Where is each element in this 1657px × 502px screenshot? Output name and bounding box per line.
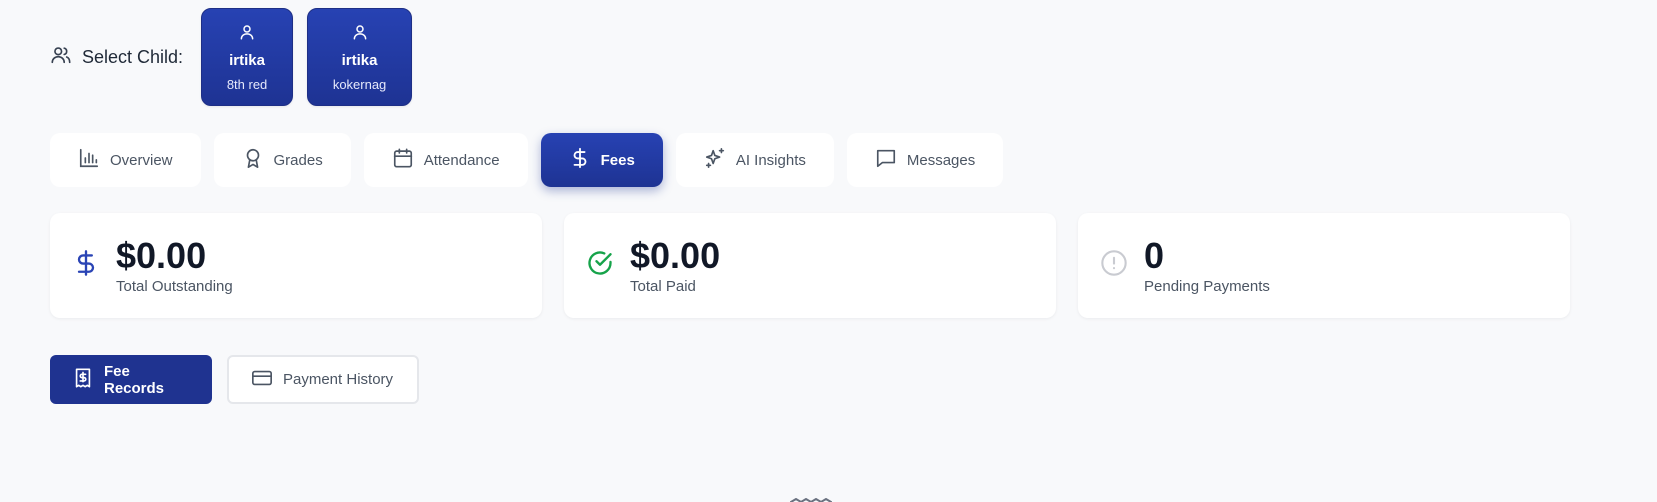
user-icon [238, 23, 256, 46]
outstanding-value: $0.00 [116, 235, 207, 276]
tab-overview[interactable]: Overview [50, 133, 201, 187]
subtab-payment-history[interactable]: Payment History [227, 355, 419, 404]
users-icon [50, 44, 72, 71]
tab-grades[interactable]: Grades [213, 133, 351, 187]
child-card-2[interactable]: irtika kokernag [307, 8, 413, 106]
outstanding-label: Total Outstanding [116, 278, 233, 295]
paid-label: Total Paid [630, 278, 696, 295]
child-name: irtika [229, 51, 265, 69]
tab-label: Messages [906, 151, 976, 169]
tab-label: AI Insights [735, 151, 806, 169]
dollar-icon [569, 147, 591, 173]
child-class: kokernag [332, 76, 387, 92]
paid-value: $0.00 [630, 235, 721, 276]
card-pending-payments: 0 Pending Payments [1078, 213, 1570, 318]
award-icon [242, 147, 264, 173]
child-card-1[interactable]: irtika 8th red [201, 8, 294, 106]
tab-label: Grades [273, 151, 323, 169]
child-class: 8th red [226, 76, 268, 92]
message-icon [875, 147, 897, 173]
user-icon [351, 23, 369, 46]
subtab-label: Fee Records [104, 362, 165, 397]
main-tabs: Overview Grades Attendance Fees AI Insig… [50, 133, 1004, 187]
tab-label: Overview [110, 151, 173, 169]
tab-ai-insights[interactable]: AI Insights [675, 133, 834, 187]
credit-card-icon [251, 367, 273, 393]
parent-dashboard-fees: Select Child: irtika 8th red irtika koke… [0, 0, 1657, 502]
tab-label: Fees [600, 151, 635, 169]
child-selector-text: Select Child: [82, 46, 184, 67]
child-selector: Select Child: irtika 8th red irtika koke… [50, 8, 426, 106]
sparkles-icon [704, 147, 726, 173]
fee-subtabs: Fee Records Payment History [50, 355, 419, 404]
subtab-fee-records[interactable]: Fee Records [50, 355, 212, 404]
receipt-icon [72, 367, 94, 393]
alert-circle-icon [1100, 249, 1128, 282]
card-total-outstanding: $0.00 Total Outstanding [50, 213, 542, 318]
pending-label: Pending Payments [1144, 278, 1270, 295]
child-selector-label: Select Child: [50, 44, 183, 71]
subtab-label: Payment History [283, 371, 394, 388]
bar-chart-icon [78, 147, 100, 173]
tab-fees[interactable]: Fees [540, 133, 663, 187]
tab-attendance[interactable]: Attendance [363, 133, 528, 187]
check-circle-icon [586, 249, 614, 282]
card-total-paid: $0.00 Total Paid [564, 213, 1056, 318]
child-name: irtika [341, 51, 378, 69]
empty-state-receipt-icon [790, 495, 832, 502]
fee-summary-cards: $0.00 Total Outstanding $0.00 Total Paid [50, 213, 1570, 318]
tab-messages[interactable]: Messages [846, 133, 1004, 187]
tab-label: Attendance [423, 151, 500, 169]
pending-value: 0 [1144, 235, 1165, 276]
calendar-icon [392, 147, 414, 173]
dollar-icon [72, 249, 100, 282]
